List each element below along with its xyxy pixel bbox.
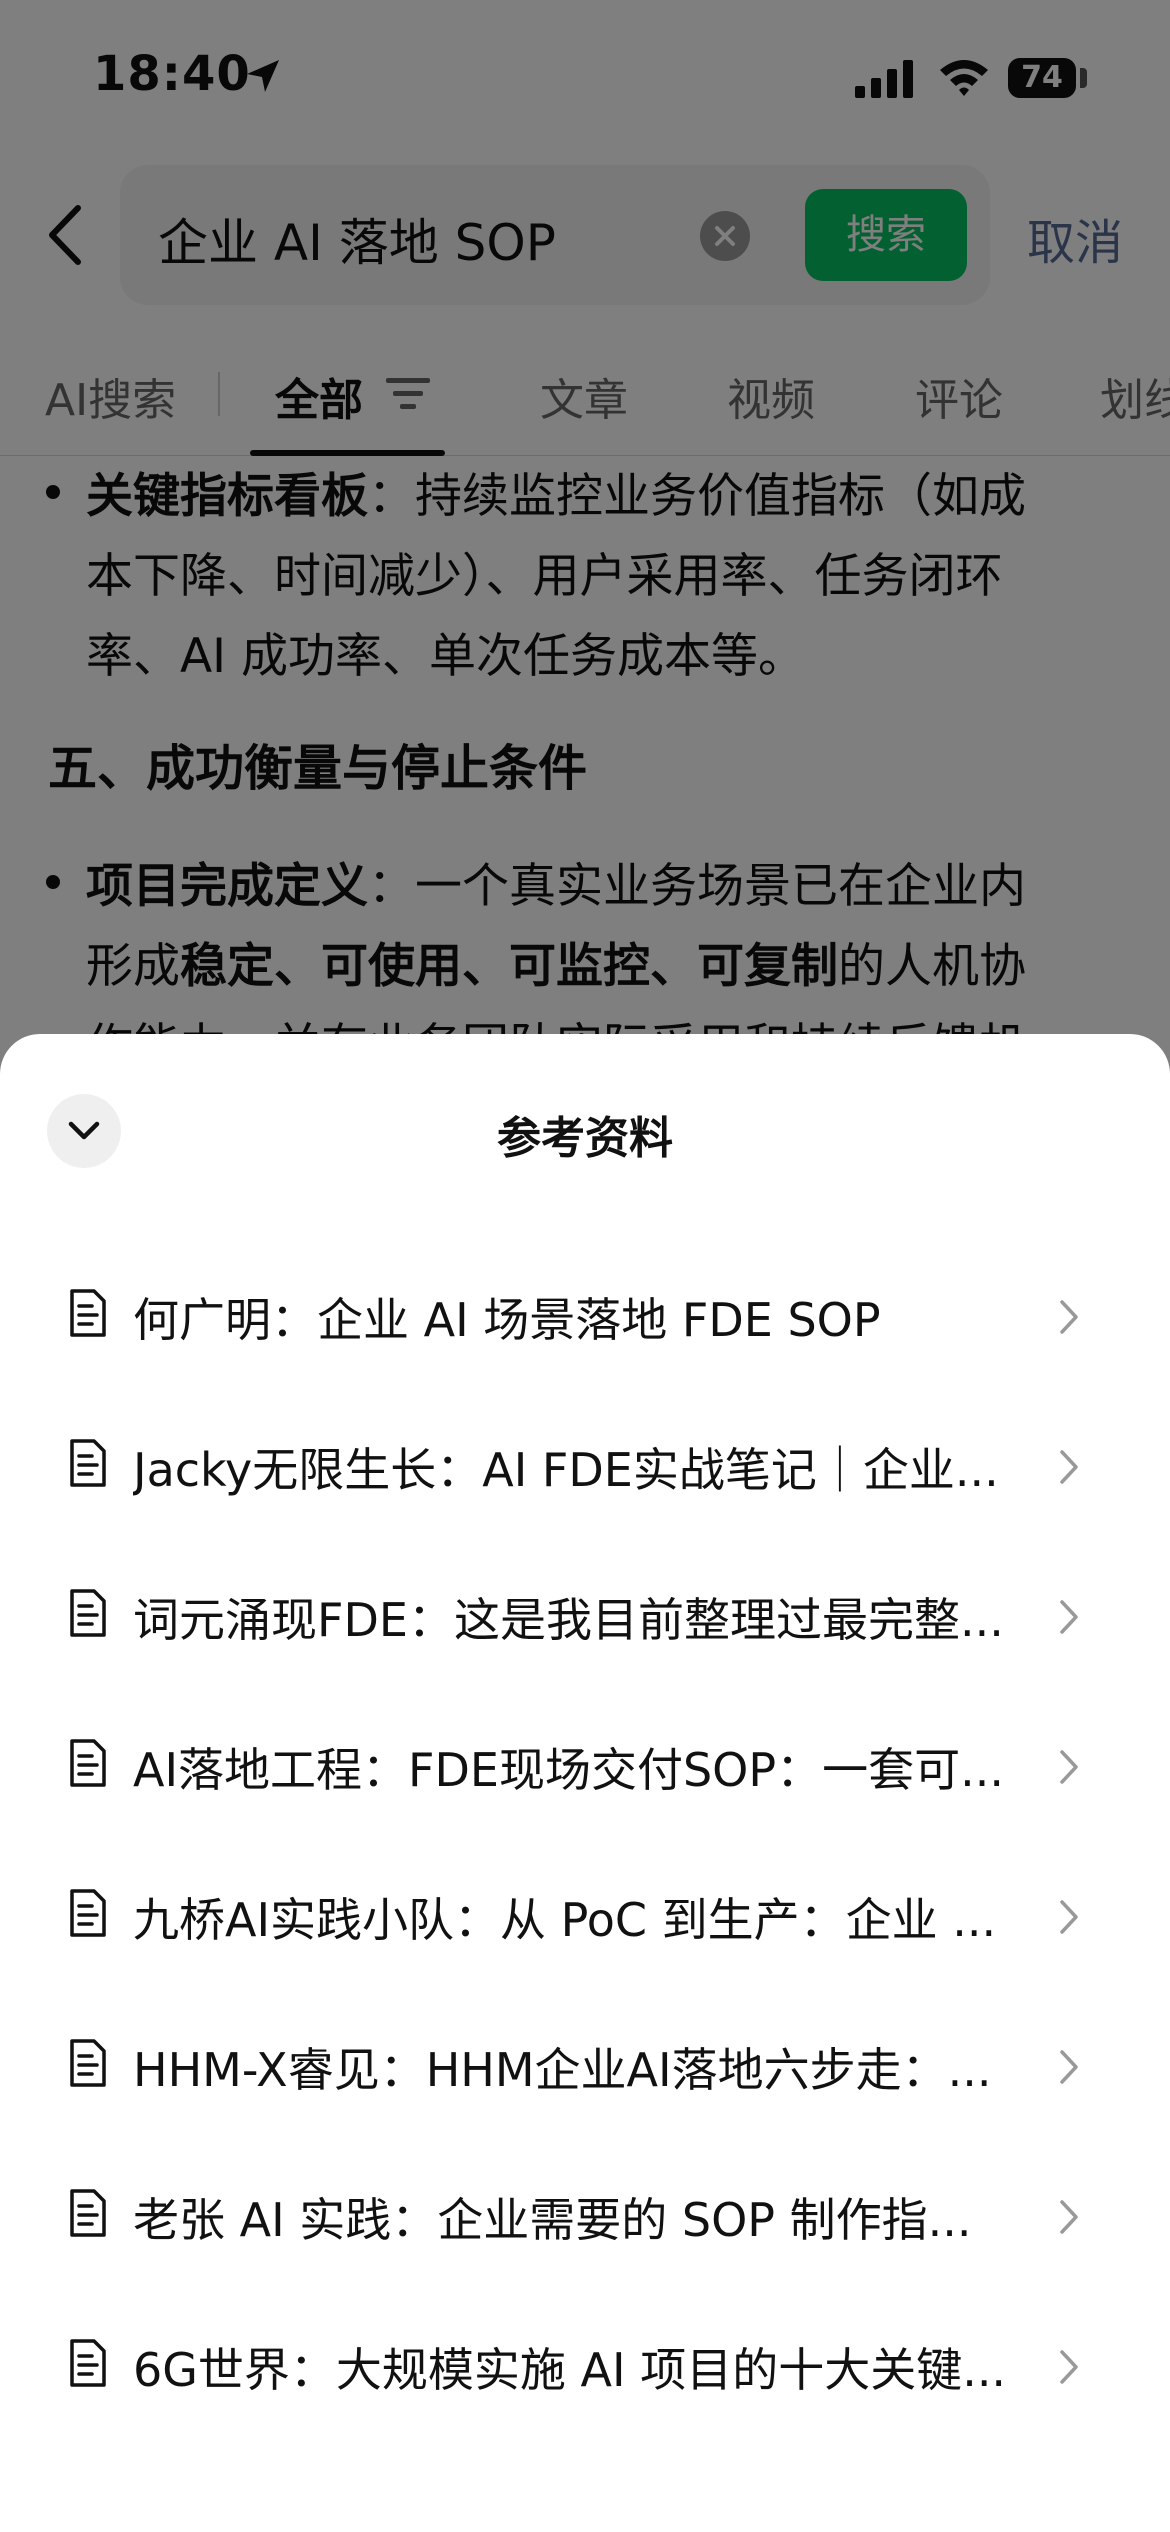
reference-title: AI落地工程：FDE现场交付SOP：一套可... <box>133 1743 1004 1797</box>
chevron-right-icon <box>1060 1900 1078 1934</box>
chevron-right-icon <box>1060 1300 1078 1334</box>
sheet-title: 参考资料 <box>497 1113 673 1164</box>
reference-item[interactable]: 词元涌现FDE：这是我目前整理过最完整... <box>0 1544 1170 1694</box>
reference-title: 老张 AI 实践：企业需要的 SOP 制作指... <box>133 2193 972 2247</box>
chevron-right-icon <box>1060 2350 1078 2384</box>
reference-item[interactable]: 6G世界：大规模实施 AI 项目的十大关键... <box>0 2294 1170 2444</box>
reference-item[interactable]: 何广明：企业 AI 场景落地 FDE SOP <box>0 1244 1170 1394</box>
chevron-right-icon <box>1060 2200 1078 2234</box>
document-icon <box>70 1889 106 1937</box>
document-icon <box>70 1439 106 1487</box>
reference-item[interactable]: 九桥AI实践小队：从 PoC 到生产：企业 ... <box>0 1844 1170 1994</box>
document-icon <box>70 1739 106 1787</box>
reference-title: 词元涌现FDE：这是我目前整理过最完整... <box>133 1593 1004 1647</box>
chevron-right-icon <box>1060 1450 1078 1484</box>
reference-item[interactable]: AI落地工程：FDE现场交付SOP：一套可... <box>0 1694 1170 1844</box>
references-sheet: 参考资料 何广明：企业 AI 场景落地 FDE SOP Jacky无限生长：AI… <box>0 1034 1170 2532</box>
chevron-right-icon <box>1060 1600 1078 1634</box>
reference-item[interactable]: 老张 AI 实践：企业需要的 SOP 制作指... <box>0 2144 1170 2294</box>
document-icon <box>70 2339 106 2387</box>
chevron-right-icon <box>1060 1750 1078 1784</box>
document-icon <box>70 1289 106 1337</box>
reference-title: 6G世界：大规模实施 AI 项目的十大关键... <box>133 2343 1007 2397</box>
reference-title: 何广明：企业 AI 场景落地 FDE SOP <box>133 1293 881 1347</box>
reference-item[interactable]: Jacky无限生长：AI FDE实战笔记｜企业... <box>0 1394 1170 1544</box>
document-icon <box>70 2039 106 2087</box>
document-icon <box>70 1589 106 1637</box>
reference-title: 九桥AI实践小队：从 PoC 到生产：企业 ... <box>133 1893 997 1947</box>
chevron-right-icon <box>1060 2050 1078 2084</box>
reference-title: Jacky无限生长：AI FDE实战笔记｜企业... <box>133 1443 999 1497</box>
reference-title: HHM-X睿见：HHM企业AI落地六步走：... <box>133 2043 992 2097</box>
document-icon <box>70 2189 106 2237</box>
reference-item[interactable]: HHM-X睿见：HHM企业AI落地六步走：... <box>0 1994 1170 2144</box>
